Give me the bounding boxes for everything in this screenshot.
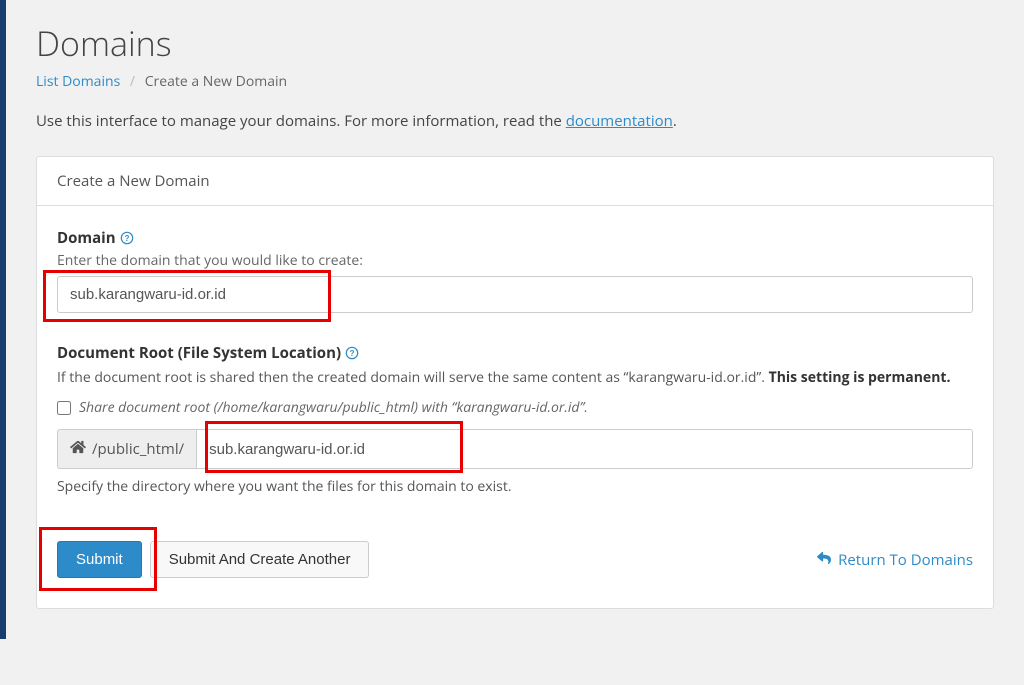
- help-icon[interactable]: ?: [120, 231, 134, 245]
- share-docroot-label[interactable]: Share document root (/home/karangwaru/pu…: [79, 398, 588, 417]
- breadcrumb-separator: /: [124, 72, 141, 91]
- docroot-note-prefix: If the document root is shared then the …: [57, 368, 628, 387]
- breadcrumb: List Domains / Create a New Domain: [36, 72, 994, 91]
- domain-label: Domain ?: [57, 228, 973, 248]
- breadcrumb-list-link[interactable]: List Domains: [36, 72, 120, 91]
- docroot-note: If the document root is shared then the …: [57, 367, 973, 388]
- svg-text:?: ?: [350, 349, 355, 358]
- breadcrumb-current: Create a New Domain: [145, 72, 287, 91]
- svg-text:?: ?: [124, 234, 129, 243]
- help-icon[interactable]: ?: [345, 346, 359, 360]
- domain-input[interactable]: [57, 276, 973, 313]
- docroot-dir-note: Specify the directory where you want the…: [57, 477, 973, 496]
- docroot-label: Document Root (File System Location) ?: [57, 343, 973, 363]
- return-link-text: Return To Domains: [838, 550, 973, 570]
- docroot-addon-text: /public_html/: [92, 439, 184, 459]
- panel-heading: Create a New Domain: [37, 157, 993, 206]
- reply-icon: [816, 550, 832, 570]
- intro-suffix: .: [673, 111, 677, 131]
- share-docroot-checkbox[interactable]: [57, 401, 71, 415]
- page-title: Domains: [36, 20, 994, 66]
- docroot-prefix-addon: /public_html/: [57, 429, 196, 469]
- docroot-input[interactable]: [196, 429, 973, 469]
- documentation-link[interactable]: documentation: [566, 111, 673, 131]
- return-to-domains-link[interactable]: Return To Domains: [816, 550, 973, 570]
- domain-desc: Enter the domain that you would like to …: [57, 251, 973, 270]
- domain-label-text: Domain: [57, 228, 116, 248]
- submit-create-another-button[interactable]: Submit And Create Another: [150, 541, 370, 578]
- create-domain-panel: Create a New Domain Domain ? Enter the d…: [36, 156, 994, 609]
- intro-text: Use this interface to manage your domain…: [36, 111, 994, 131]
- docroot-note-bold: This setting is permanent.: [769, 368, 951, 387]
- home-icon: [70, 439, 86, 459]
- docroot-note-suffix: ”.: [756, 368, 768, 387]
- intro-prefix: Use this interface to manage your domain…: [36, 111, 566, 131]
- submit-button[interactable]: Submit: [57, 541, 142, 578]
- docroot-note-domain: karangwaru-id.or.id: [628, 368, 756, 387]
- docroot-label-text: Document Root (File System Location): [57, 343, 341, 363]
